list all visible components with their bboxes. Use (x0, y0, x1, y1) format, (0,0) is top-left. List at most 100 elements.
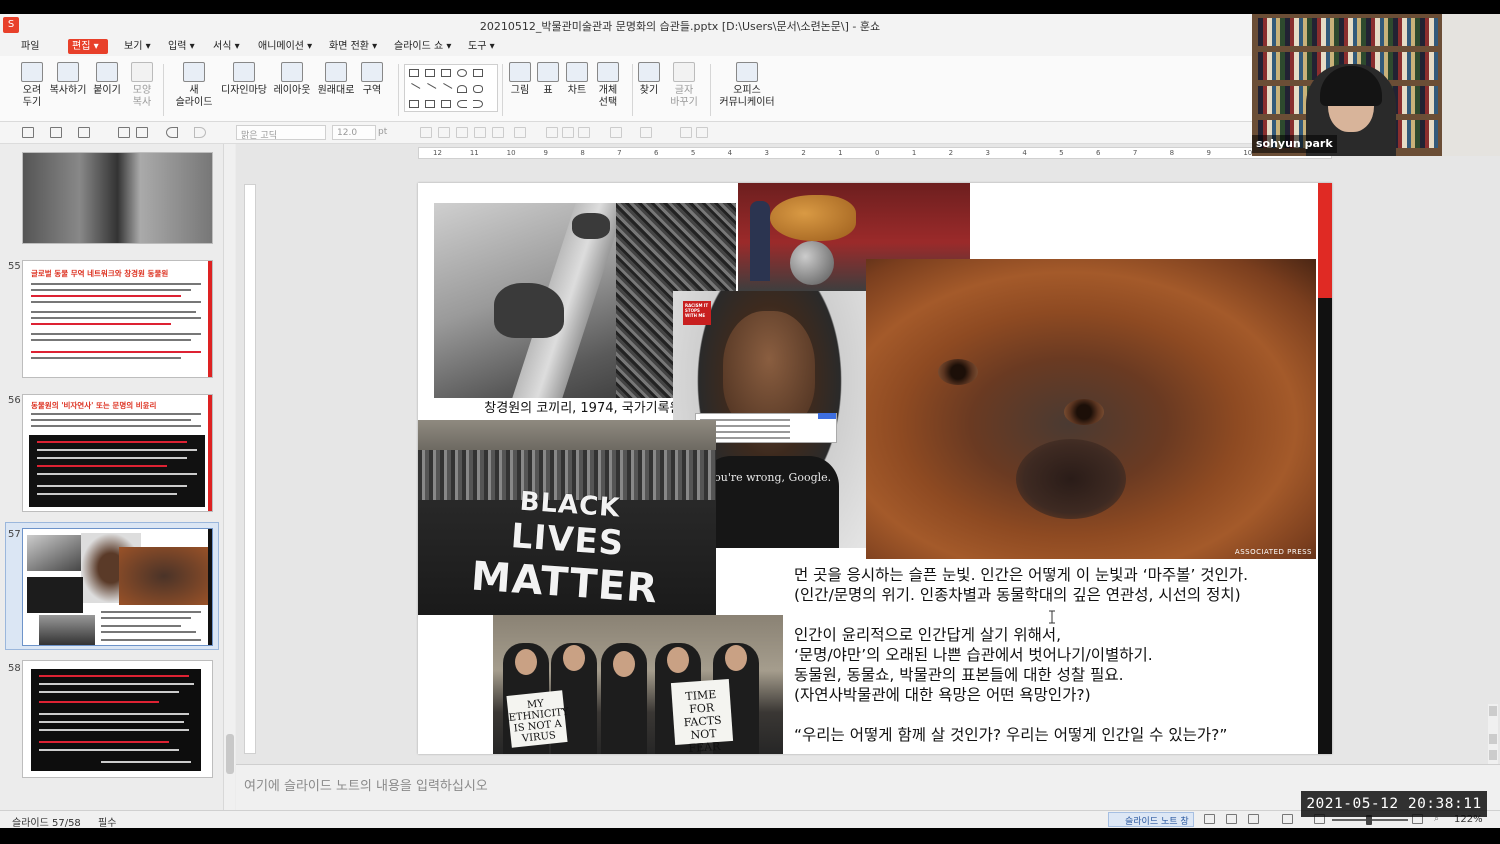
superscript-icon[interactable] (492, 127, 504, 138)
font-color-icon[interactable] (514, 127, 526, 138)
protest-photo[interactable]: MY ETHNICITY IS NOT A VIRUS TIME FOR FAC… (493, 615, 783, 754)
shape-triangle-icon[interactable] (473, 69, 483, 77)
bold-icon[interactable] (420, 127, 432, 138)
align-left-icon[interactable] (546, 127, 558, 138)
body-line: ‘문명/야만’의 오래된 나쁜 습관에서 벗어나기/이별하기. (794, 646, 1153, 664)
find-icon (638, 62, 660, 82)
underline-icon[interactable] (456, 127, 468, 138)
body-line: “우리는 어떻게 함께 살 것인가? 우리는 어떻게 인간일 수 있는가?” (794, 726, 1228, 744)
shape-square-icon[interactable] (441, 69, 451, 77)
font-size-input[interactable]: 12.0 (332, 125, 376, 140)
thumbnail-scrollbar[interactable] (223, 144, 235, 810)
layout-button[interactable]: 레이아웃 (270, 62, 314, 118)
shape-connector-icon[interactable] (439, 83, 453, 95)
thumb-text-line (39, 683, 194, 685)
slide-sorter-icon[interactable] (1226, 814, 1237, 824)
shape-right-arrow-icon[interactable] (409, 100, 419, 108)
shape-cube-icon[interactable] (441, 100, 451, 108)
shape-line-icon[interactable] (407, 83, 421, 95)
blm-photo[interactable]: BLACK LIVES MATTER (418, 420, 716, 615)
indent-decrease-icon[interactable] (680, 127, 692, 138)
thumb-text-line (31, 311, 196, 313)
notes-pane-button[interactable]: 슬라이드 노트 창 (1108, 812, 1194, 827)
thumb-text-line (37, 457, 187, 459)
print-icon[interactable] (118, 127, 130, 138)
edit-scrollbar[interactable] (1488, 704, 1498, 764)
new-slide-button[interactable]: 새 슬라이드 (172, 62, 216, 118)
thumb-text-line (101, 631, 196, 633)
language-status[interactable]: 필수 (98, 814, 116, 829)
orangutan-photo[interactable]: ASSOCIATED PRESS (866, 259, 1316, 559)
slide-canvas[interactable]: 창경원의 코끼리, 1974, 국가기록원. RACISM IT STOPS W… (418, 183, 1332, 754)
menu-animation-label: 애니메이션 (258, 41, 304, 52)
orangutan-eye (938, 359, 978, 385)
new-doc-icon[interactable] (22, 127, 34, 138)
thumbnail-slide-56[interactable]: 동물원의 '비자연사' 또는 문명의 비윤리 (22, 394, 213, 512)
slide-body-text[interactable]: 먼 곳을 응시하는 슬픈 눈빛. 인간은 어떻게 이 눈빛과 ‘마주볼’ 것인가… (794, 565, 1324, 745)
thumbnail-slide-58[interactable] (22, 660, 213, 778)
menu-slideshow[interactable]: 슬라이드 쇼 ▾ (390, 39, 455, 54)
undo-icon[interactable] (166, 127, 178, 138)
window-title: 20210512_박물관미술관과 문명화의 습관들.pptx [D:\Users… (479, 20, 881, 33)
prev-slide-icon[interactable] (1489, 734, 1497, 744)
menu-edit[interactable]: 편집 ▾ (68, 39, 108, 54)
thumb-text-line (31, 357, 181, 359)
slideshow-view-icon[interactable] (1248, 814, 1259, 824)
fit-window-icon[interactable] (1282, 814, 1293, 824)
copy-button[interactable]: 복사하기 (46, 62, 90, 118)
thumbnail-slide-55[interactable]: 글로벌 동물 무역 네트워크와 창경원 동물원 (22, 260, 213, 378)
menu-insert[interactable]: 입력 ▾ (164, 39, 199, 54)
scroll-up-icon[interactable] (1489, 706, 1497, 716)
shape-oval-icon[interactable] (457, 69, 467, 77)
shape-rect-icon[interactable] (409, 69, 419, 77)
thumbnail-slide-54[interactable] (22, 152, 213, 244)
numbering-icon[interactable] (640, 127, 652, 138)
office-communicator-button[interactable]: 오피스 커뮤니케이터 (716, 62, 778, 118)
open-folder-icon[interactable] (50, 127, 62, 138)
menu-file[interactable]: 파일 (17, 39, 43, 54)
next-slide-icon[interactable] (1489, 750, 1497, 760)
italic-icon[interactable] (438, 127, 450, 138)
strikethrough-icon[interactable] (474, 127, 486, 138)
indent-increase-icon[interactable] (696, 127, 708, 138)
layout-label: 레이아웃 (273, 85, 311, 96)
copy-icon (57, 62, 79, 82)
photo-credit: ASSOCIATED PRESS (1234, 548, 1312, 556)
thumb-text-line (39, 713, 189, 715)
align-right-icon[interactable] (578, 127, 590, 138)
save-icon[interactable] (78, 127, 90, 138)
shape-freeform-icon[interactable] (473, 85, 483, 93)
scrollbar-thumb[interactable] (226, 734, 234, 774)
shapes-gallery[interactable] (404, 64, 498, 112)
shape-brace-right-icon[interactable] (473, 100, 483, 108)
shape-textbox-icon[interactable] (425, 69, 435, 77)
menu-view[interactable]: 보기 ▾ (120, 39, 155, 54)
normal-view-icon[interactable] (1204, 814, 1215, 824)
design-button[interactable]: 디자인마당 (221, 62, 267, 118)
menu-tools[interactable]: 도구 ▾ (464, 39, 499, 54)
select-object-label: 개체 선택 (598, 85, 618, 108)
thumbnail-slide-57[interactable] (22, 528, 213, 646)
shape-brace-icon[interactable] (457, 100, 467, 108)
copy-label: 복사하기 (49, 85, 87, 96)
replace-button[interactable]: 글자 바꾸기 (662, 62, 706, 118)
select-object-button[interactable]: 개체 선택 (586, 62, 630, 118)
format-painter-button[interactable]: 모양 복사 (120, 62, 164, 118)
ribbon-separator (398, 64, 399, 116)
align-center-icon[interactable] (562, 127, 574, 138)
menu-format[interactable]: 서식 ▾ (209, 39, 244, 54)
menu-animation[interactable]: 애니메이션 ▾ (254, 39, 316, 54)
print-preview-icon[interactable] (136, 127, 148, 138)
menu-view-label: 보기 (124, 41, 143, 52)
menu-format-label: 서식 (213, 41, 232, 52)
section-button[interactable]: 구역 (350, 62, 394, 118)
shape-double-arrow-icon[interactable] (425, 100, 435, 108)
slide-red-accent-bar (1318, 183, 1332, 298)
protester-face (725, 645, 747, 671)
shape-arrow-icon[interactable] (423, 83, 437, 95)
font-name-select[interactable]: 맑은 고딕 (236, 125, 326, 141)
bullets-icon[interactable] (610, 127, 622, 138)
menu-transition[interactable]: 화면 전환 ▾ (325, 39, 381, 54)
redo-icon[interactable] (194, 127, 206, 138)
shape-arc-icon[interactable] (457, 85, 467, 93)
